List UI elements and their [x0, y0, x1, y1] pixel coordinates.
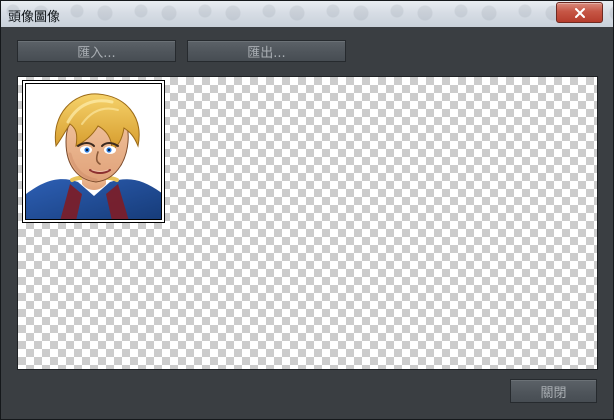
- character-portrait-graphic: [26, 93, 161, 219]
- close-icon: [574, 7, 585, 18]
- export-button[interactable]: 匯出...: [187, 40, 346, 62]
- window-title: 頭像圖像: [8, 10, 61, 25]
- face-image-dialog: 頭像圖像 匯入... 匯出... 關閉: [0, 0, 614, 420]
- portrait-frame[interactable]: [22, 80, 165, 223]
- import-button[interactable]: 匯入...: [17, 40, 176, 62]
- window-close-button[interactable]: [556, 2, 603, 23]
- title-bar: 頭像圖像: [1, 1, 613, 27]
- image-canvas[interactable]: [17, 76, 598, 370]
- portrait-image: [25, 83, 162, 220]
- close-button[interactable]: 關閉: [510, 379, 597, 403]
